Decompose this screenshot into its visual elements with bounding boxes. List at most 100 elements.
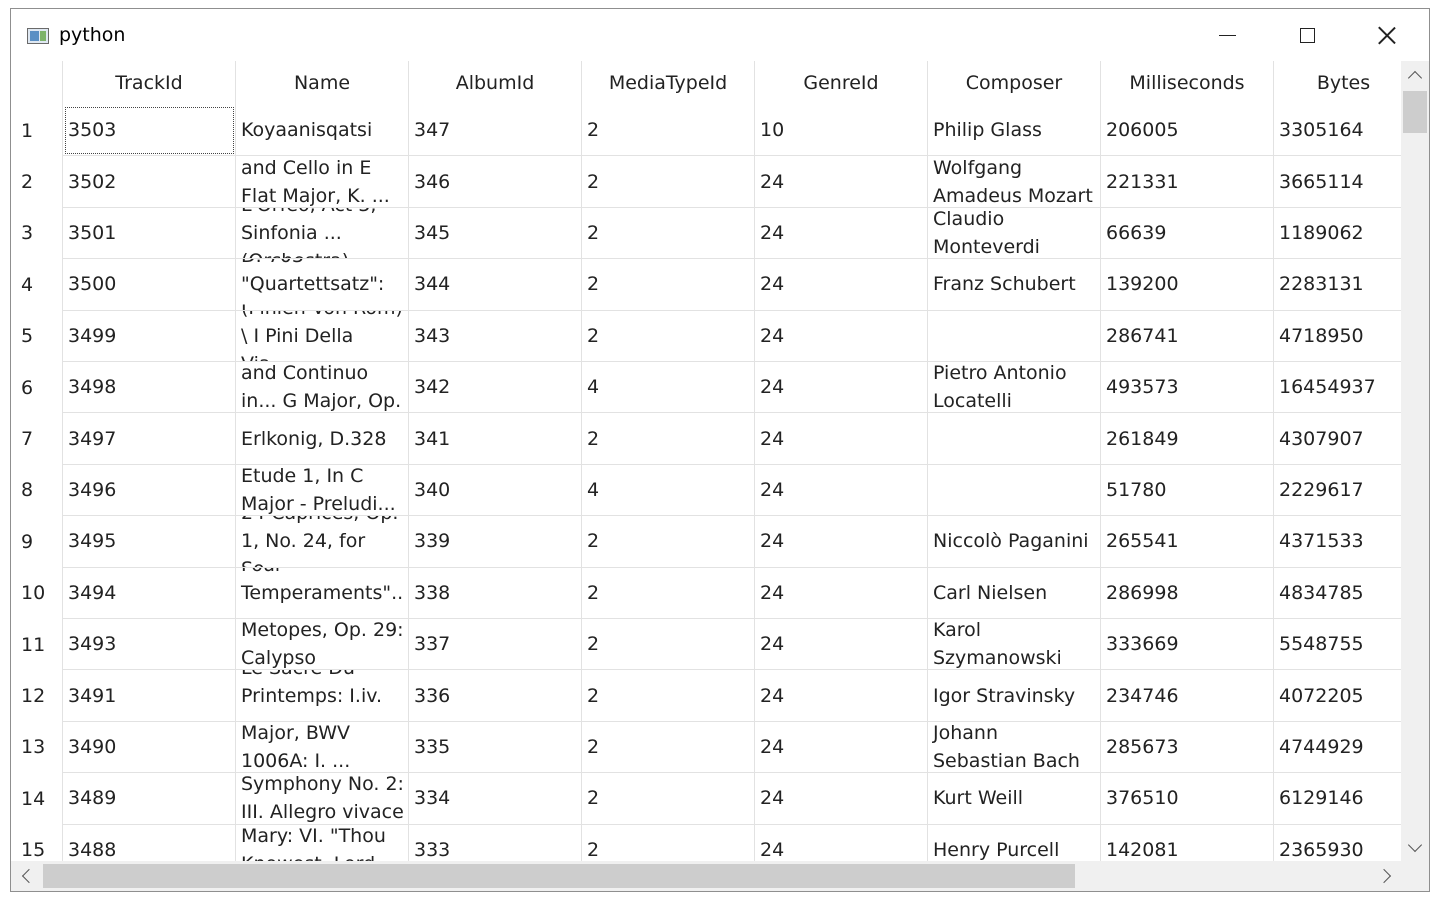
table-cell-trackid[interactable]: 3494 — [63, 567, 236, 619]
table-cell-name[interactable]: 24 Caprices, Op. 1, No. 24, for So... — [236, 516, 409, 568]
table-cell-bytes[interactable]: 3665114 — [1274, 156, 1401, 208]
table-cell-composer[interactable]: Henry Purcell — [928, 824, 1101, 861]
table-cell-composer[interactable]: Philip Glass — [928, 105, 1101, 157]
table-cell-genreid[interactable]: 24 — [755, 362, 928, 414]
table-cell-bytes[interactable]: 16454937 — [1274, 362, 1401, 414]
table-cell-albumid[interactable]: 337 — [409, 619, 582, 671]
table-cell-composer[interactable] — [928, 464, 1101, 517]
row-header[interactable]: 3 — [11, 207, 63, 260]
row-header[interactable]: 9 — [11, 516, 63, 568]
table-cell-milliseconds[interactable]: 66639 — [1101, 207, 1274, 260]
row-header[interactable]: 6 — [11, 362, 63, 414]
table-cell-trackid[interactable]: 3501 — [63, 207, 236, 260]
table-cell-bytes[interactable]: 2283131 — [1274, 259, 1401, 311]
table-cell-composer[interactable]: Franz Schubert — [928, 259, 1101, 311]
row-header[interactable]: 8 — [11, 464, 63, 517]
table-cell-bytes[interactable]: 3305164 — [1274, 105, 1401, 157]
table-cell-genreid[interactable]: 24 — [755, 824, 928, 861]
table-cell-composer[interactable]: Wolfgang Amadeus Mozart — [928, 156, 1101, 208]
table-cell-albumid[interactable]: 342 — [409, 362, 582, 414]
table-cell-composer[interactable]: Carl Nielsen — [928, 567, 1101, 619]
column-header-trackid[interactable]: TrackId — [63, 61, 236, 105]
table-cell-name[interactable]: Four Temperaments"... — [236, 567, 409, 619]
table-cell-milliseconds[interactable]: 376510 — [1101, 773, 1274, 825]
table-cell-bytes[interactable]: 6129146 — [1274, 773, 1401, 825]
table-cell-trackid[interactable]: 3488 — [63, 824, 236, 861]
table-cell-name[interactable]: Partita in E Major, BWV 1006A: I. ... Pr… — [236, 721, 409, 774]
table-cell-genreid[interactable]: 24 — [755, 516, 928, 568]
scroll-right-button[interactable] — [1371, 861, 1401, 891]
table-cell-name[interactable]: Koyaanisqatsi — [236, 105, 409, 157]
table-cell-trackid[interactable]: 3496 — [63, 464, 236, 517]
row-header[interactable]: 7 — [11, 413, 63, 465]
table-cell-genreid[interactable]: 24 — [755, 310, 928, 362]
table-cell-trackid[interactable]: 3502 — [63, 156, 236, 208]
table-cell-trackid[interactable]: 3498 — [63, 362, 236, 414]
maximize-button[interactable] — [1267, 9, 1347, 61]
table-cell-bytes[interactable]: 4072205 — [1274, 670, 1401, 722]
table-cell-mediatypeid[interactable]: 4 — [582, 362, 755, 414]
row-header[interactable]: 10 — [11, 567, 63, 619]
table-cell-mediatypeid[interactable]: 2 — [582, 824, 755, 861]
table-cell-albumid[interactable]: 338 — [409, 567, 582, 619]
table-cell-milliseconds[interactable]: 261849 — [1101, 413, 1274, 465]
table-cell-mediatypeid[interactable]: 2 — [582, 567, 755, 619]
column-header-milliseconds[interactable]: Milliseconds — [1101, 61, 1274, 105]
vertical-scrollbar[interactable] — [1401, 61, 1429, 861]
column-header-name[interactable]: Name — [236, 61, 409, 105]
table-cell-albumid[interactable]: 344 — [409, 259, 582, 311]
table-cell-trackid[interactable]: 3490 — [63, 721, 236, 774]
table-cell-genreid[interactable]: 24 — [755, 156, 928, 208]
table-cell-mediatypeid[interactable]: 2 — [582, 413, 755, 465]
scroll-down-button[interactable] — [1401, 833, 1429, 861]
table-cell-albumid[interactable]: 346 — [409, 156, 582, 208]
table-cell-milliseconds[interactable]: 265541 — [1101, 516, 1274, 568]
row-header[interactable]: 14 — [11, 773, 63, 825]
table-cell-composer[interactable]: Claudio Monteverdi — [928, 207, 1101, 260]
table-cell-mediatypeid[interactable]: 2 — [582, 670, 755, 722]
table-cell-name[interactable]: Metopes, Op. 29: Calypso — [236, 619, 409, 671]
table-cell-albumid[interactable]: 339 — [409, 516, 582, 568]
table-cell-albumid[interactable]: 345 — [409, 207, 582, 260]
table-cell-mediatypeid[interactable]: 2 — [582, 105, 755, 157]
data-table[interactable]: TrackId Name AlbumId MediaTypeId GenreId Comp… — [11, 61, 1401, 861]
table-cell-trackid[interactable]: 3503 — [63, 105, 236, 157]
table-cell-albumid[interactable]: 341 — [409, 413, 582, 465]
title-bar[interactable]: python — [11, 9, 1429, 61]
table-cell-name[interactable]: Etude 1, In C Major - Preludi... — [236, 464, 409, 517]
table-cell-composer[interactable]: Karol Szymanowski — [928, 619, 1101, 671]
table-cell-albumid[interactable]: 333 — [409, 824, 582, 861]
table-cell-mediatypeid[interactable]: 2 — [582, 773, 755, 825]
table-cell-mediatypeid[interactable]: 2 — [582, 207, 755, 260]
table-cell-composer[interactable] — [928, 413, 1101, 465]
table-cell-bytes[interactable]: 4834785 — [1274, 568, 1401, 619]
table-cell-genreid[interactable]: 24 — [755, 464, 928, 517]
table-cell-genreid[interactable]: 24 — [755, 413, 928, 465]
column-header-bytes[interactable]: Bytes — [1274, 61, 1401, 105]
column-header-composer[interactable]: Composer — [928, 61, 1101, 105]
table-cell-name[interactable]: Mary: VI. "Thou Knowest, Lord — [236, 824, 409, 861]
table-cell-albumid[interactable]: 335 — [409, 721, 582, 774]
table-cell-milliseconds[interactable]: 285673 — [1101, 721, 1274, 774]
table-cell-composer[interactable]: Niccolò Paganini — [928, 516, 1101, 568]
table-corner-button[interactable] — [11, 61, 63, 105]
table-cell-composer[interactable]: Kurt Weill — [928, 773, 1101, 825]
table-cell-albumid[interactable]: 347 — [409, 105, 582, 157]
table-cell-mediatypeid[interactable]: 2 — [582, 259, 755, 311]
table-cell-name[interactable]: Violin, Strings and Continuo in... G Maj… — [236, 362, 409, 414]
table-cell-mediatypeid[interactable]: 2 — [582, 310, 755, 362]
table-cell-bytes[interactable]: 2229617 — [1274, 465, 1401, 517]
table-cell-milliseconds[interactable]: 234746 — [1101, 670, 1274, 722]
table-cell-milliseconds[interactable]: 493573 — [1101, 362, 1274, 414]
row-header[interactable]: 12 — [11, 670, 63, 722]
row-header[interactable]: 13 — [11, 721, 63, 774]
table-cell-composer[interactable]: Igor Stravinsky — [928, 670, 1101, 722]
table-cell-genreid[interactable]: 24 — [755, 619, 928, 671]
table-cell-mediatypeid[interactable]: 2 — [582, 516, 755, 568]
table-cell-trackid[interactable]: 3493 — [63, 619, 236, 671]
scroll-up-button[interactable] — [1401, 61, 1429, 89]
table-cell-bytes[interactable]: 4744929 — [1274, 722, 1401, 774]
row-header[interactable]: 4 — [11, 259, 63, 311]
table-cell-genreid[interactable]: 24 — [755, 670, 928, 722]
table-cell-composer[interactable]: Johann Sebastian Bach — [928, 721, 1101, 774]
